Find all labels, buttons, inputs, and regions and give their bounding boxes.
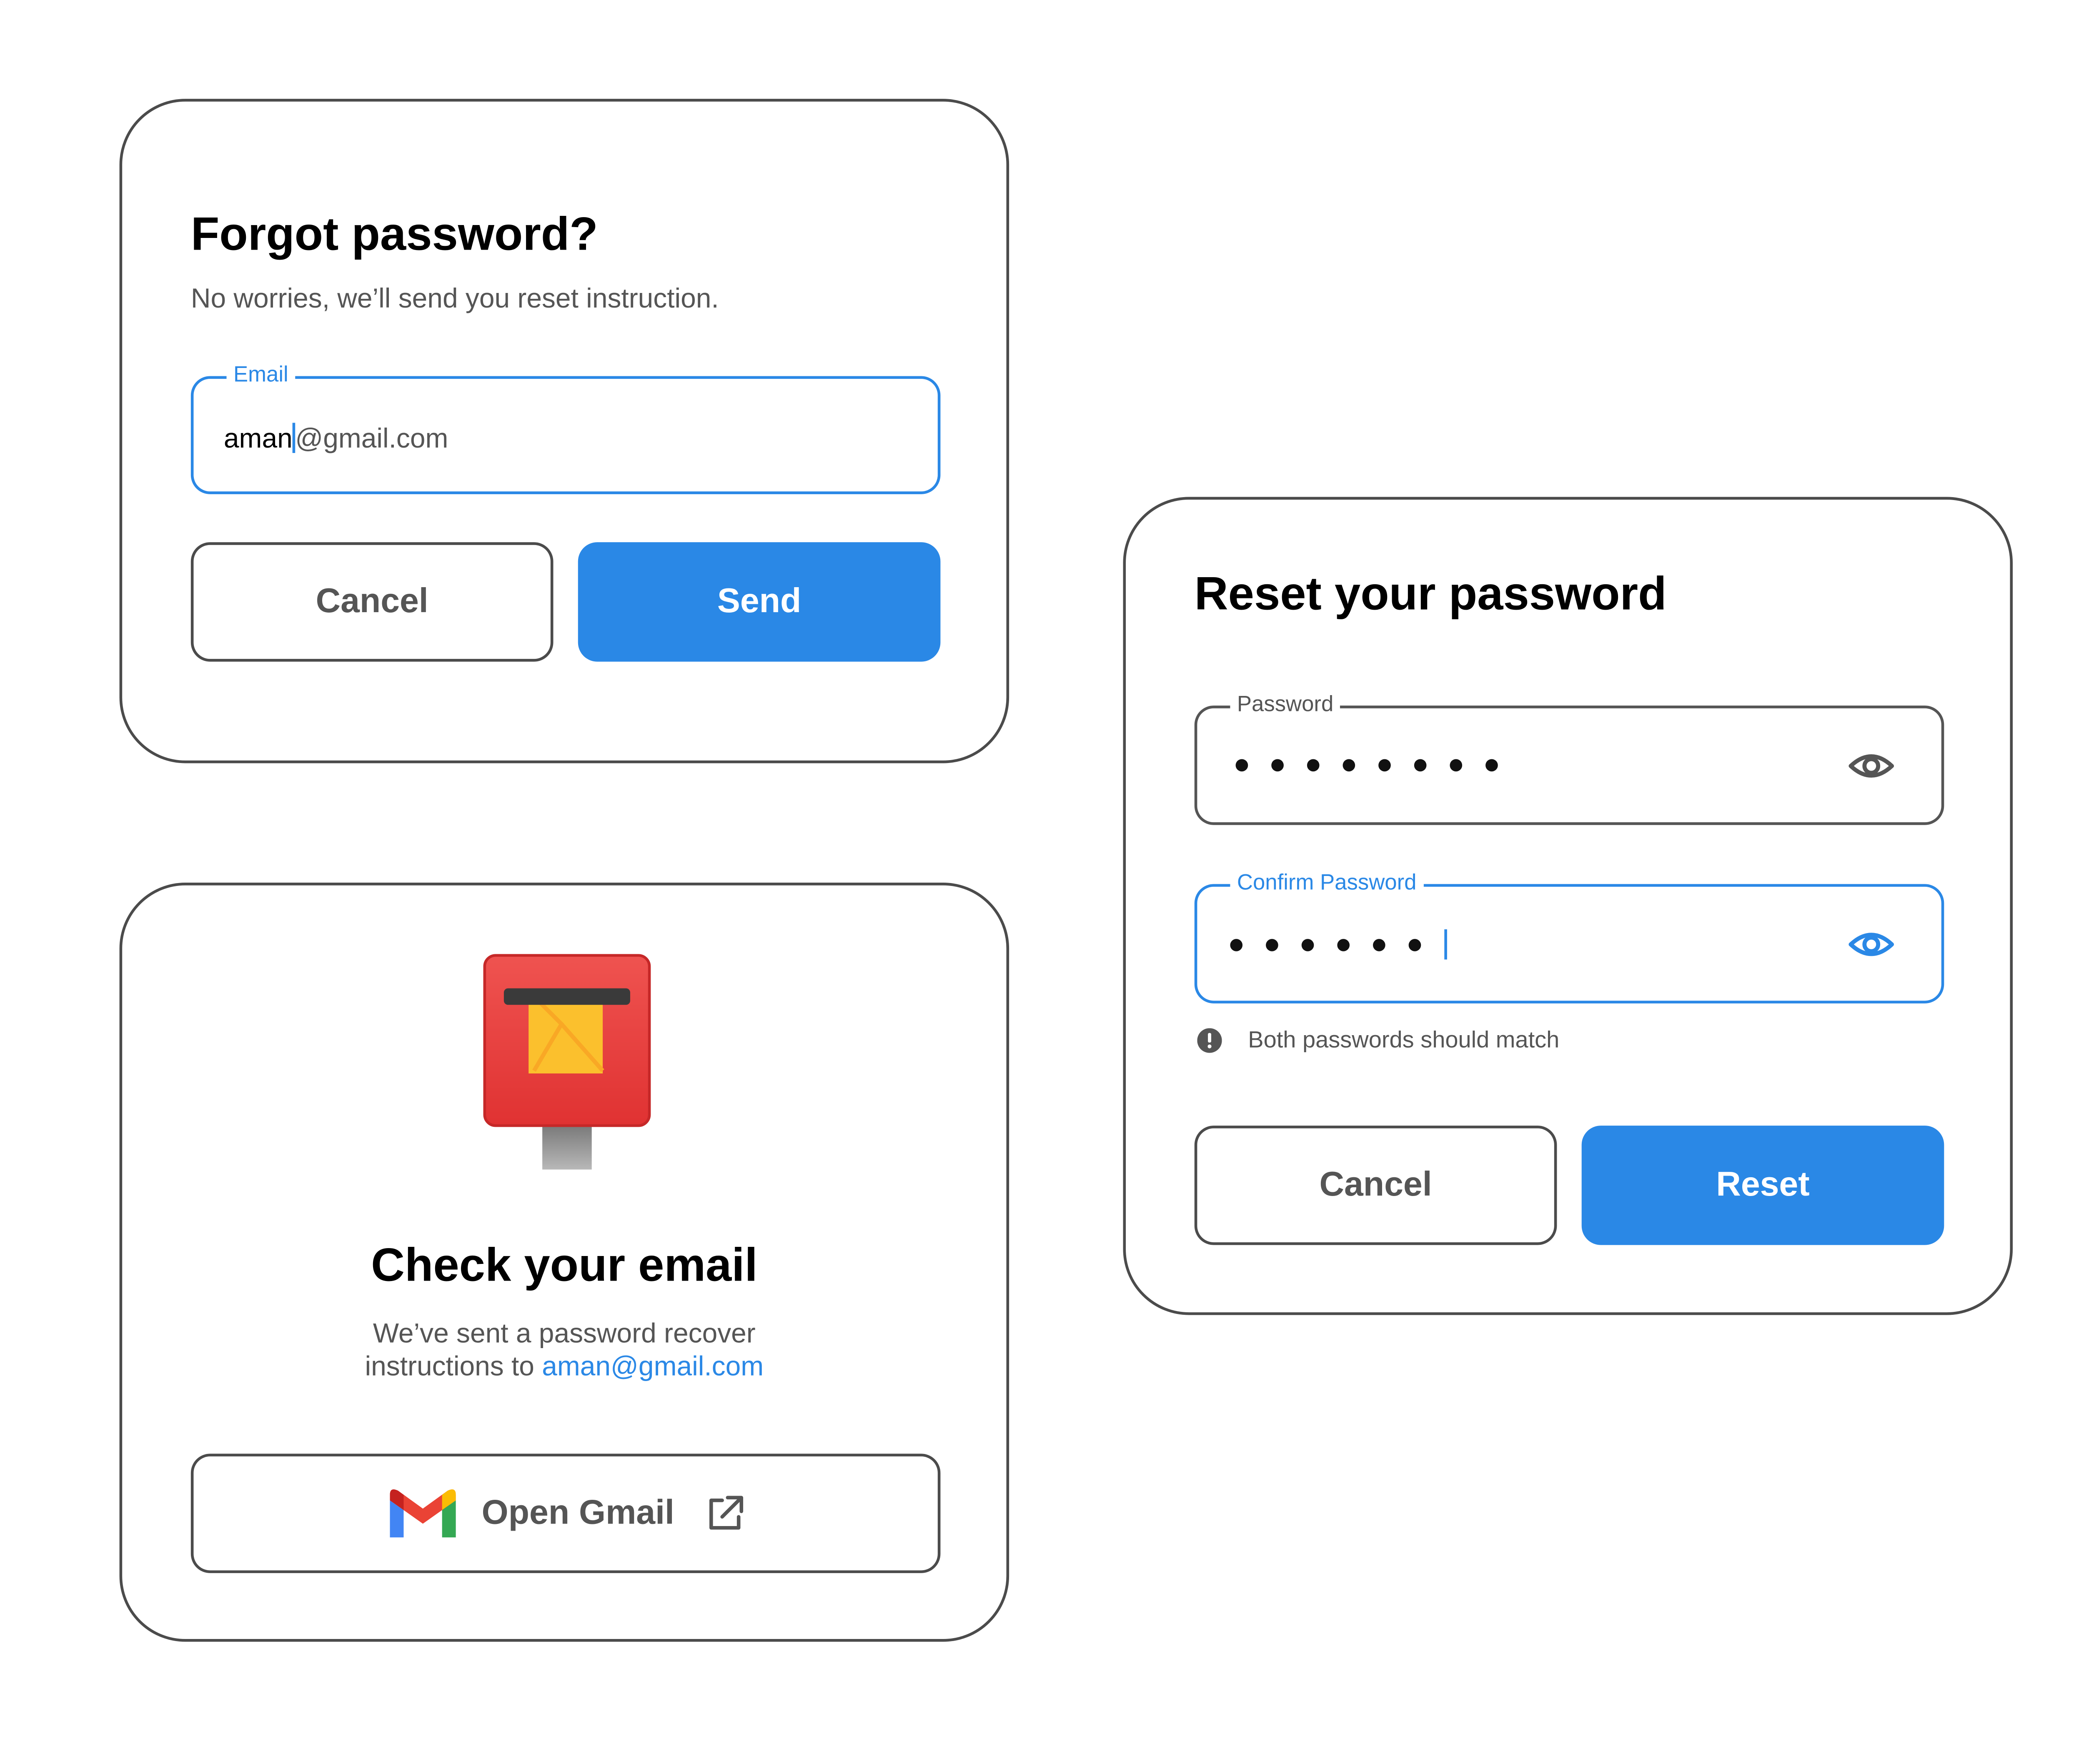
reset-password-title: Reset your password	[1194, 568, 1667, 621]
password-mask-dot	[1271, 759, 1284, 772]
password-match-warning: Both passwords should match	[1197, 1027, 1559, 1054]
password-mask-dot	[1485, 759, 1498, 772]
eye-icon[interactable]	[1848, 743, 1895, 789]
alert-circle-icon	[1197, 1028, 1222, 1053]
password-mask-dot	[1235, 759, 1248, 772]
password-masked-value[interactable]	[1235, 759, 1521, 772]
gmail-logo-icon	[389, 1489, 456, 1537]
confirm-password-field[interactable]: Confirm Password	[1194, 869, 1944, 1003]
confirm-password-field-label: Confirm Password	[1230, 869, 1423, 899]
check-email-line-1: We’ve sent a password recover	[373, 1319, 756, 1350]
canvas: Forgot password? No worries, we’ll send …	[0, 0, 2084, 1764]
check-email-message: We’ve sent a password recover instructio…	[122, 1318, 1006, 1384]
password-mask-dot	[1408, 938, 1421, 951]
email-field[interactable]: Email aman @gmail.com	[190, 361, 941, 494]
password-mask-dot	[1378, 759, 1391, 772]
open-gmail-button[interactable]: Open Gmail	[190, 1454, 941, 1573]
email-typed-text: aman	[223, 424, 293, 455]
email-field-label: Email	[226, 361, 296, 391]
forgot-password-title: Forgot password?	[190, 208, 598, 261]
password-mask-dot	[1414, 759, 1427, 772]
password-mask-dot	[1301, 938, 1314, 951]
eye-icon[interactable]	[1848, 921, 1895, 968]
send-button[interactable]: Send	[578, 542, 941, 662]
cancel-button[interactable]: Cancel	[1194, 1126, 1557, 1245]
password-mask-dot	[1450, 759, 1463, 772]
text-cursor	[1444, 929, 1447, 960]
forgot-password-subtitle: No worries, we’ll send you reset instruc…	[190, 284, 719, 315]
check-email-title: Check your email	[371, 1239, 758, 1292]
reset-password-card: Reset your password Password Confirm Pas…	[1123, 497, 2013, 1315]
check-email-line-2-prefix: instructions to	[365, 1352, 542, 1383]
postbox-icon	[483, 954, 651, 1170]
confirm-password-masked-value[interactable]	[1230, 929, 1447, 960]
check-email-card: Check your email We’ve sent a password r…	[119, 883, 1009, 1642]
email-suggestion-text: @gmail.com	[295, 424, 448, 455]
password-field-label: Password	[1230, 690, 1340, 721]
password-mask-dot	[1307, 759, 1320, 772]
confirm-password-dots	[1230, 938, 1444, 951]
password-mask-dot	[1230, 938, 1243, 951]
forgot-password-card: Forgot password? No worries, we’ll send …	[119, 99, 1009, 763]
password-mask-dot	[1373, 938, 1385, 951]
password-mask-dot	[1337, 938, 1350, 951]
cancel-button[interactable]: Cancel	[190, 542, 554, 662]
password-match-warning-text: Both passwords should match	[1248, 1026, 1560, 1053]
email-link[interactable]: aman@gmail.com	[542, 1352, 764, 1382]
reset-button[interactable]: Reset	[1581, 1126, 1944, 1245]
open-gmail-label: Open Gmail	[481, 1493, 674, 1532]
password-field[interactable]: Password	[1194, 690, 1944, 825]
password-mask-dot	[1266, 938, 1278, 951]
email-input-value[interactable]: aman @gmail.com	[224, 421, 448, 457]
external-link-icon	[709, 1495, 744, 1529]
password-mask-dot	[1343, 759, 1355, 772]
check-email-line-2: instructions to aman@gmail.com	[122, 1351, 1006, 1384]
